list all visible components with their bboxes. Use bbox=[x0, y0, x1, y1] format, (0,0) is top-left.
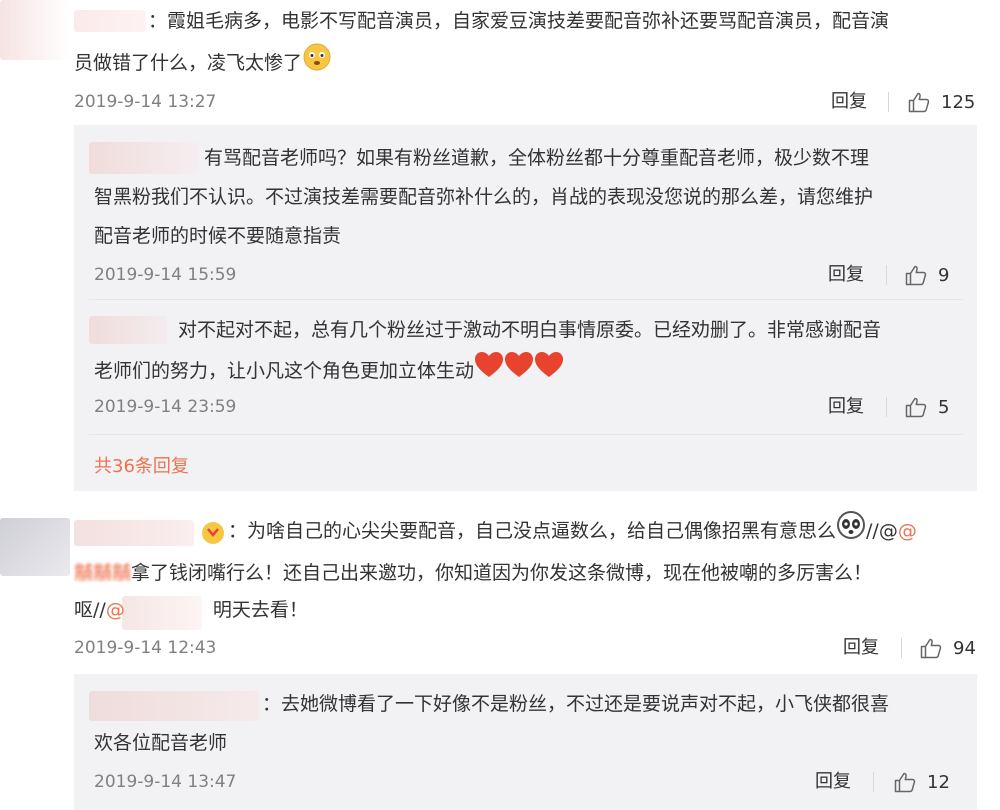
username[interactable] bbox=[89, 316, 167, 344]
timestamp: 2019-9-14 23:59 bbox=[94, 397, 237, 417]
thumbs-up-icon bbox=[905, 397, 927, 418]
comment-text-fragment: 拿了钱闭嘴行么！还自己出来邀功，你知道因为你发这条微博，现在他被嘲的多厉害么！ bbox=[131, 562, 873, 584]
reply-button[interactable]: 回复 bbox=[831, 91, 867, 113]
reply-text-line3: 配音老师的时候不要随意指责 bbox=[94, 225, 342, 247]
reply-button[interactable]: 回复 bbox=[815, 771, 851, 793]
reply-button[interactable]: 回复 bbox=[828, 396, 864, 418]
timestamp: 2019-9-14 12:43 bbox=[74, 638, 217, 658]
reply-text: 有骂配音老师吗？如果有粉丝道歉，全体粉丝都十分尊重配音老师，极少数不理 bbox=[204, 147, 870, 169]
like-button[interactable]: 94 bbox=[919, 635, 976, 661]
comment-text-line2: 黼黼黼拿了钱闭嘴行么！还自己出来邀功，你知道因为你发这条微博，现在他被嘲的多厉害… bbox=[74, 555, 872, 592]
comment-text-fragment: 呕// bbox=[74, 599, 106, 621]
reply-text-fragment: 老师们的努力，让小凡这个角色更加立体生动 bbox=[94, 360, 475, 382]
like-count: 5 bbox=[938, 396, 950, 418]
reply-text-line2: 欢各位配音老师 bbox=[94, 732, 228, 754]
reply-button[interactable]: 回复 bbox=[828, 264, 864, 286]
divider bbox=[888, 92, 889, 112]
like-count: 94 bbox=[953, 637, 976, 659]
reply-text: 对不起对不起，总有几个粉丝过于激动不明白事情原委。已经劝删了。非常感谢配音 bbox=[178, 319, 882, 341]
avatar[interactable] bbox=[0, 518, 70, 576]
reply-text-line2: 老师们的努力，让小凡这个角色更加立体生动 bbox=[94, 351, 564, 392]
like-button[interactable]: 9 bbox=[904, 262, 949, 288]
like-button[interactable]: 5 bbox=[904, 394, 949, 420]
heart-icon bbox=[504, 351, 534, 392]
mention-at[interactable]: @ bbox=[106, 599, 125, 621]
verified-badge-icon bbox=[200, 520, 226, 550]
username[interactable] bbox=[89, 142, 199, 174]
divider bbox=[873, 772, 874, 792]
divider bbox=[886, 397, 887, 417]
reply-text-line2: 智黑粉我们不认识。不过演技差需要配音弥补什么的，肖战的表现没您说的那么差，请您维… bbox=[94, 186, 874, 208]
timestamp: 2019-9-14 15:59 bbox=[94, 265, 237, 285]
comment-text-line2: 员做错了什么，凌飞太惨了 bbox=[74, 42, 332, 85]
mention-prefix: //@ bbox=[866, 520, 898, 542]
heart-icon bbox=[534, 351, 564, 392]
comment-text-line3: 呕//@ 明天去看！ bbox=[74, 592, 308, 629]
comment-text-fragment: 明天去看！ bbox=[212, 599, 308, 621]
thumbs-up-icon bbox=[905, 265, 927, 286]
comment-text: ：霞姐毛病多，电影不写配音演员，自家爱豆演技差要配音弥补还要骂配音演员，配音演 bbox=[148, 10, 890, 32]
divider bbox=[901, 638, 902, 658]
reply-button[interactable]: 回复 bbox=[843, 637, 879, 659]
thumbs-up-icon bbox=[920, 638, 942, 659]
reply-text: ：去她微博看了一下好像不是粉丝，不过还是要说声对不起，小飞侠都很喜 bbox=[262, 693, 890, 715]
more-replies-link[interactable]: 共36条回复 bbox=[94, 456, 189, 478]
timestamp: 2019-9-14 13:47 bbox=[94, 772, 237, 792]
avatar[interactable] bbox=[0, 0, 70, 60]
panda-face-icon bbox=[836, 510, 866, 553]
like-count: 12 bbox=[927, 771, 950, 793]
thumbs-up-icon bbox=[908, 92, 930, 113]
username[interactable] bbox=[74, 10, 146, 32]
mention-link[interactable]: 黼黼黼 bbox=[74, 562, 131, 584]
like-count: 125 bbox=[941, 91, 976, 113]
comment-text-fragment: ：为啥自己的心尖尖要配音，自己没点逼数么，给自己偶像招黑有意思么 bbox=[228, 520, 837, 542]
like-button[interactable]: 12 bbox=[893, 769, 950, 795]
username[interactable] bbox=[89, 691, 259, 721]
comment-text-fragment: 员做错了什么，凌飞太惨了 bbox=[74, 52, 303, 74]
divider bbox=[886, 265, 887, 285]
worried-face-icon bbox=[302, 42, 332, 85]
divider-line bbox=[89, 434, 963, 435]
divider-line bbox=[89, 299, 963, 300]
mention-at[interactable]: @ bbox=[898, 520, 917, 542]
comment-text: ：为啥自己的心尖尖要配音，自己没点逼数么，给自己偶像招黑有意思么 //@@ bbox=[228, 510, 917, 553]
heart-icon bbox=[474, 351, 504, 392]
timestamp: 2019-9-14 13:27 bbox=[74, 92, 217, 112]
thumbs-up-icon bbox=[894, 772, 916, 793]
like-button[interactable]: 125 bbox=[907, 89, 975, 115]
like-count: 9 bbox=[938, 264, 950, 286]
username[interactable] bbox=[74, 520, 194, 546]
